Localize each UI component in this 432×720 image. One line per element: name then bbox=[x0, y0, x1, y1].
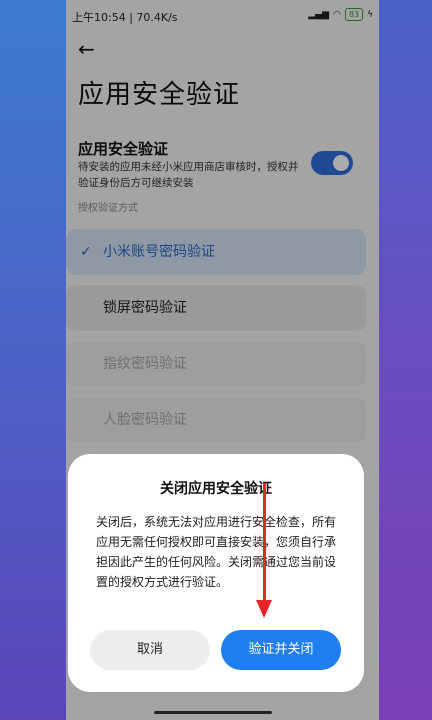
left-background bbox=[0, 0, 66, 720]
dialog-body: 关闭后，系统无法对应用进行安全检查，所有应用无需任何授权即可直接安装，您须自行承… bbox=[96, 515, 337, 589]
cancel-button[interactable]: 取消 bbox=[90, 630, 210, 670]
annotation-arrow-line bbox=[263, 483, 266, 605]
verify-and-close-button[interactable]: 验证并关闭 bbox=[221, 630, 341, 670]
dialog-title: 关闭应用安全验证 bbox=[160, 481, 272, 497]
phone-screen: 上午10:54 | 70.4K/s ▂▄▆ ◠ 83 ϟ ← 应用安全验证 应用… bbox=[66, 0, 379, 720]
home-indicator[interactable] bbox=[154, 711, 272, 714]
annotation-arrow-head-icon bbox=[256, 600, 272, 618]
confirm-dialog: 关闭应用安全验证 关闭后，系统无法对应用进行安全检查，所有应用无需任何授权即可直… bbox=[68, 454, 364, 692]
